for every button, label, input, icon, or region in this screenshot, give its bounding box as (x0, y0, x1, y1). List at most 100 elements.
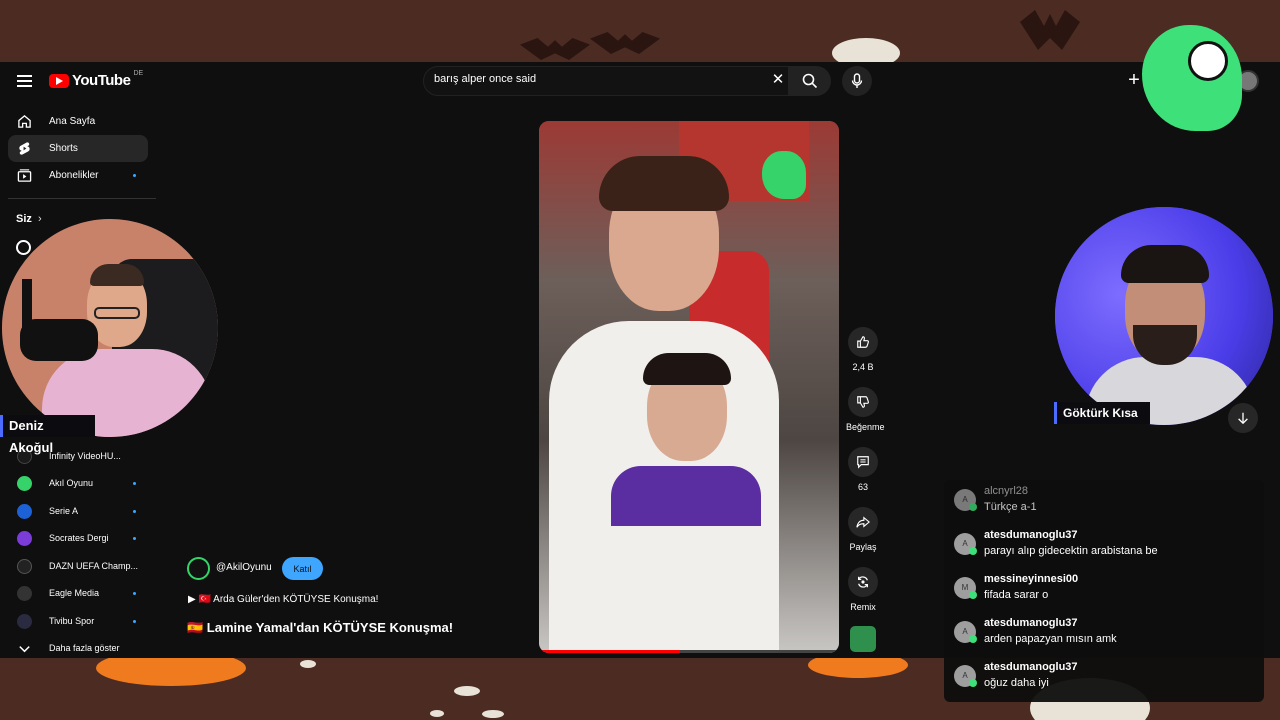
short-title: 🇪🇸 Lamine Yamal'dan KÖTÜYSE Konuşma! (187, 620, 454, 635)
sidebar-divider (8, 198, 156, 199)
sidebar-item-home[interactable]: Ana Sayfa (8, 108, 148, 135)
sidebar-item-label: Shorts (49, 143, 78, 154)
chevron-down-icon (19, 646, 30, 653)
chat-username: atesdumanoglu37 (984, 661, 1078, 673)
thumbs-up-icon (857, 336, 869, 348)
comments-button[interactable]: 63 (846, 447, 880, 492)
thumbs-down-icon (857, 396, 869, 408)
subscription-item[interactable]: Socrates Dergi (8, 525, 148, 552)
channel-name[interactable]: @AkilOyunu (216, 562, 272, 573)
chat-text: oğuz daha iyi (984, 677, 1049, 689)
search-input[interactable] (434, 73, 754, 85)
verified-badge-icon (969, 635, 977, 643)
stream-frame-top (0, 0, 1280, 62)
subscription-label: Socrates Dergi (49, 533, 109, 543)
comment-icon (857, 456, 869, 469)
streamer-webcam-right (1055, 207, 1273, 425)
join-button[interactable]: Katıl (282, 557, 323, 580)
channel-avatar (17, 614, 32, 629)
pumpkin-decoration (808, 658, 908, 678)
share-icon (856, 516, 870, 528)
pumpkin-decoration (96, 658, 246, 686)
video-inset-jersey (611, 466, 761, 526)
channel-avatar (17, 586, 32, 601)
youtube-logo[interactable]: YouTube DE (49, 70, 143, 89)
related-video-link[interactable]: ▶ 🇹🇷 Arda Güler'den KÖTÜYSE Konuşma! (188, 594, 378, 605)
show-more-label: Daha fazla göster (49, 643, 120, 653)
logo-text: YouTube (72, 72, 131, 89)
like-count: 2,4 B (852, 362, 874, 372)
channel-avatar (17, 531, 32, 546)
streamer-hair (1121, 245, 1209, 283)
video-progress-bar[interactable] (539, 650, 839, 653)
bone-decoration (300, 660, 316, 668)
brain-football-logo (1142, 25, 1242, 131)
new-content-dot (133, 174, 136, 177)
new-content-dot (133, 620, 136, 623)
menu-icon[interactable] (17, 75, 32, 87)
new-content-dot (133, 482, 136, 485)
subscription-label: Infinity VideoHU... (49, 451, 121, 461)
channel-avatar (17, 504, 32, 519)
chat-username: atesdumanoglu37 (984, 529, 1078, 541)
bone-decoration (454, 686, 480, 696)
subscription-item[interactable]: Eagle Media (8, 580, 148, 607)
channel-avatar[interactable] (187, 557, 210, 580)
clear-search-icon[interactable]: ✕ (770, 72, 786, 88)
subscription-item[interactable]: Tivibu Spor (8, 608, 148, 635)
subscription-label: Akıl Oyunu (49, 478, 94, 488)
like-button-circle (848, 327, 878, 357)
remix-button-circle (848, 567, 878, 597)
sidebar-item-label: Abonelikler (49, 170, 99, 181)
voice-search-button[interactable] (842, 66, 872, 96)
home-icon (18, 115, 31, 128)
shorts-icon (19, 142, 30, 155)
sound-thumbnail[interactable] (850, 626, 876, 652)
verified-badge-icon (969, 679, 977, 687)
new-content-dot (133, 592, 136, 595)
remix-icon (858, 576, 868, 588)
live-chat: A alcnyrl28 Türkçe a-1 A atesdumanoglu37… (944, 480, 1264, 702)
verified-badge-icon (969, 591, 977, 599)
chat-text: Türkçe a-1 (984, 501, 1037, 513)
comments-button-circle (848, 447, 878, 477)
share-label: Paylaş (849, 542, 877, 552)
dislike-button-circle (848, 387, 878, 417)
subscription-item[interactable]: DAZN UEFA Champ... (8, 553, 148, 580)
football-icon (1188, 41, 1228, 81)
show-more-button[interactable]: Daha fazla göster (8, 635, 148, 662)
subscription-label: Tivibu Spor (49, 616, 95, 626)
subscriptions-icon (17, 169, 32, 182)
chat-text: fifada sarar o (984, 589, 1049, 601)
channel-avatar (17, 559, 32, 574)
subscription-label: Eagle Media (49, 588, 100, 598)
bat-decoration (590, 32, 660, 54)
search-button[interactable] (789, 66, 831, 96)
chat-message: A atesdumanoglu37 arden papazyan mısın a… (954, 617, 1254, 653)
sidebar-item-label: Ana Sayfa (49, 116, 96, 127)
subscription-item[interactable]: Akıl Oyunu (8, 470, 148, 497)
chat-message: A atesdumanoglu37 oğuz daha iyi (954, 661, 1254, 697)
short-video-player[interactable] (539, 121, 839, 653)
subscription-item[interactable]: Serie A (8, 498, 148, 525)
sidebar-item-subscriptions[interactable]: Abonelikler (8, 162, 148, 189)
dislike-label: Beğenme (846, 422, 885, 432)
like-button[interactable]: 2,4 B (846, 327, 880, 372)
streamer-name-right: Göktürk Kısa (1054, 402, 1150, 424)
chat-username: alcnyrl28 (984, 485, 1029, 497)
remix-button[interactable]: Remix (846, 567, 880, 612)
chat-text: parayı alıp gidecektin arabistana be (984, 545, 1158, 557)
sidebar-item-shorts[interactable]: Shorts (8, 135, 148, 162)
bat-decoration (520, 38, 590, 60)
verified-badge-icon (969, 547, 977, 555)
subscription-label: Serie A (49, 506, 79, 516)
bone-decoration (430, 710, 444, 717)
chat-message: A alcnyrl28 Türkçe a-1 (954, 485, 1254, 521)
glasses (94, 307, 140, 319)
dislike-button[interactable]: Beğenme (846, 387, 885, 432)
streamer-name-left: Deniz Akoğul (0, 415, 95, 455)
chat-message: M messineyinnesi00 fifada sarar o (954, 573, 1254, 609)
share-button[interactable]: Paylaş (846, 507, 880, 552)
verified-badge-icon (969, 503, 977, 511)
chat-username: atesdumanoglu37 (984, 617, 1078, 629)
